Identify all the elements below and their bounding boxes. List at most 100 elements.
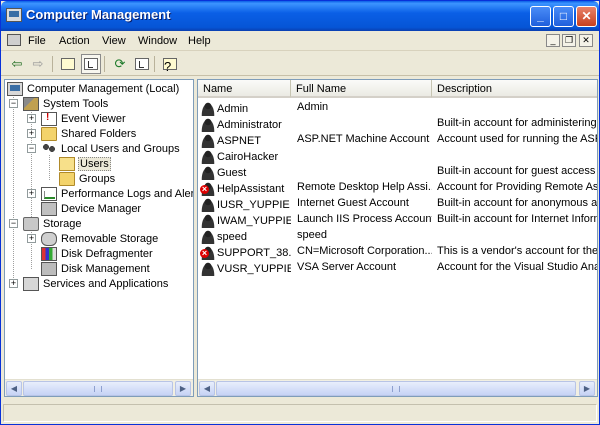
user-icon — [201, 101, 215, 116]
refresh-icon[interactable]: ⟳ — [110, 54, 130, 74]
user-icon — [201, 229, 215, 244]
tree-item-perf-logs[interactable]: Performance Logs and Alerts — [41, 186, 193, 201]
tree-item-root[interactable]: Computer Management (Local) — [7, 81, 180, 96]
expand-toggle[interactable]: + — [27, 189, 36, 198]
user-full-name: Admin — [297, 101, 329, 113]
child-close-button[interactable]: ✕ — [579, 34, 593, 47]
user-row[interactable]: ASPNET ASP.NET Machine Account Account use… — [198, 132, 597, 148]
user-name-cell: Admin — [198, 100, 291, 116]
help-icon[interactable]: ? — [160, 54, 180, 74]
user-row[interactable]: Guest Built-in account for guest access t… — [198, 164, 597, 180]
column-header-description[interactable]: Description — [432, 80, 597, 98]
users-list-pane[interactable]: Name Full Name Description Admin Admin Adm… — [197, 79, 598, 397]
user-icon — [201, 213, 215, 228]
scroll-right-arrow[interactable]: ▶ — [579, 381, 595, 396]
title-bar[interactable]: Computer Management _ □ ✕ — [1, 1, 599, 31]
tree-item-groups[interactable]: Groups — [59, 171, 116, 186]
tree-item-device-manager[interactable]: Device Manager — [41, 201, 142, 216]
computer-icon — [7, 81, 23, 96]
user-name-cell: Guest — [198, 164, 291, 180]
tree-item-storage[interactable]: Storage — [23, 216, 83, 231]
collapse-toggle[interactable]: − — [9, 99, 18, 108]
tree-item-services-apps[interactable]: Services and Applications — [23, 276, 169, 291]
tree-item-shared-folders[interactable]: Shared Folders — [41, 126, 137, 141]
console-tree-pane[interactable]: Computer Management (Local) − System Too… — [4, 79, 194, 397]
close-button[interactable]: ✕ — [576, 6, 597, 27]
expand-toggle[interactable]: + — [27, 234, 36, 243]
show-hide-tree-icon[interactable] — [81, 54, 101, 74]
collapse-toggle[interactable]: − — [27, 144, 36, 153]
list-horizontal-scrollbar[interactable]: ◀ ▶ — [198, 379, 597, 396]
back-arrow-icon[interactable]: ⇦ — [7, 54, 27, 74]
user-full-name: speed — [297, 229, 327, 241]
scroll-thumb[interactable] — [216, 381, 576, 396]
minimize-button[interactable]: _ — [530, 6, 551, 27]
user-row[interactable]: CairoHacker — [198, 148, 597, 164]
user-full-name — [291, 116, 432, 132]
users-group-icon — [41, 141, 57, 156]
maximize-button[interactable]: □ — [553, 6, 574, 27]
console-window-icon[interactable] — [7, 34, 21, 46]
tree-item-event-viewer[interactable]: Event Viewer — [41, 111, 127, 126]
menu-file[interactable]: File — [28, 35, 46, 47]
user-row[interactable]: Admin Admin — [198, 100, 597, 116]
user-description — [432, 148, 597, 164]
scroll-left-arrow[interactable]: ◀ — [6, 381, 22, 396]
computer-management-window: Computer Management _ □ ✕ File Action Vi… — [0, 0, 600, 425]
tree-item-disk-management[interactable]: Disk Management — [41, 261, 151, 276]
tree-item-system-tools[interactable]: System Tools — [23, 96, 109, 111]
user-name-cell: HelpAssistant — [198, 180, 291, 196]
tree-item-local-users-groups[interactable]: Local Users and Groups — [41, 141, 181, 156]
tree-item-disk-defragmenter[interactable]: Disk Defragmenter — [41, 246, 154, 261]
tree-label: System Tools — [43, 97, 109, 110]
menu-view[interactable]: View — [102, 35, 126, 47]
menu-help[interactable]: Help — [188, 35, 211, 47]
user-row[interactable]: SUPPORT_38... CN=Microsoft Corporation...… — [198, 244, 597, 260]
user-full-name — [291, 148, 432, 164]
user-row[interactable]: VUSR_YUPPIE VSA Server Account Account for… — [198, 260, 597, 276]
scroll-right-arrow[interactable]: ▶ — [175, 381, 191, 396]
menu-window[interactable]: Window — [138, 35, 177, 47]
tree-label: Groups — [79, 172, 116, 185]
user-row[interactable]: IUSR_YUPPIE Internet Guest Account Built-i… — [198, 196, 598, 212]
tree-label: Shared Folders — [61, 127, 137, 140]
collapse-toggle[interactable]: − — [9, 219, 18, 228]
scroll-left-arrow[interactable]: ◀ — [199, 381, 215, 396]
column-header-name[interactable]: Name — [198, 80, 291, 98]
user-description: Built-in account for administering th — [437, 117, 598, 129]
user-name: HelpAssistant — [217, 182, 285, 195]
user-row[interactable]: speed speed — [198, 228, 597, 244]
user-description: Built-in account for anonymous acc — [437, 197, 598, 209]
user-name: ASPNET — [217, 134, 262, 147]
user-row[interactable]: Administrator Built-in account for admini… — [198, 116, 598, 132]
user-icon — [201, 165, 215, 180]
child-minimize-button[interactable]: _ — [546, 34, 560, 47]
toolbar-separator — [104, 56, 105, 72]
status-bar — [1, 401, 599, 424]
column-header-full-name[interactable]: Full Name — [291, 80, 432, 98]
window-title: Computer Management — [26, 7, 171, 22]
tree-item-removable-storage[interactable]: Removable Storage — [41, 231, 159, 246]
user-name: SUPPORT_38... — [217, 246, 291, 259]
child-restore-button[interactable]: ❐ — [562, 34, 576, 47]
tree-horizontal-scrollbar[interactable]: ◀ ▶ — [5, 379, 193, 396]
expand-toggle[interactable]: + — [27, 114, 36, 123]
computer-management-icon — [6, 8, 22, 22]
export-list-icon[interactable] — [132, 54, 152, 74]
expand-toggle[interactable]: + — [9, 279, 18, 288]
tree-connector — [13, 90, 14, 282]
user-icon — [201, 197, 215, 212]
user-name: IWAM_YUPPIE — [217, 214, 291, 227]
user-row[interactable]: HelpAssistant Remote Desktop Help Assi...… — [198, 180, 597, 196]
user-full-name: Launch IIS Process Account — [297, 213, 432, 225]
toolbar-separator — [52, 56, 53, 72]
forward-arrow-icon[interactable]: ⇨ — [28, 54, 48, 74]
menu-action[interactable]: Action — [59, 35, 90, 47]
up-folder-icon[interactable] — [58, 54, 78, 74]
tree-item-users[interactable]: Users — [59, 156, 111, 171]
scroll-thumb[interactable] — [23, 381, 173, 396]
expand-toggle[interactable]: + — [27, 129, 36, 138]
tree-label: Users — [78, 156, 111, 171]
user-row[interactable]: IWAM_YUPPIE Launch IIS Process Account Bui… — [198, 212, 597, 228]
services-icon — [23, 276, 39, 291]
